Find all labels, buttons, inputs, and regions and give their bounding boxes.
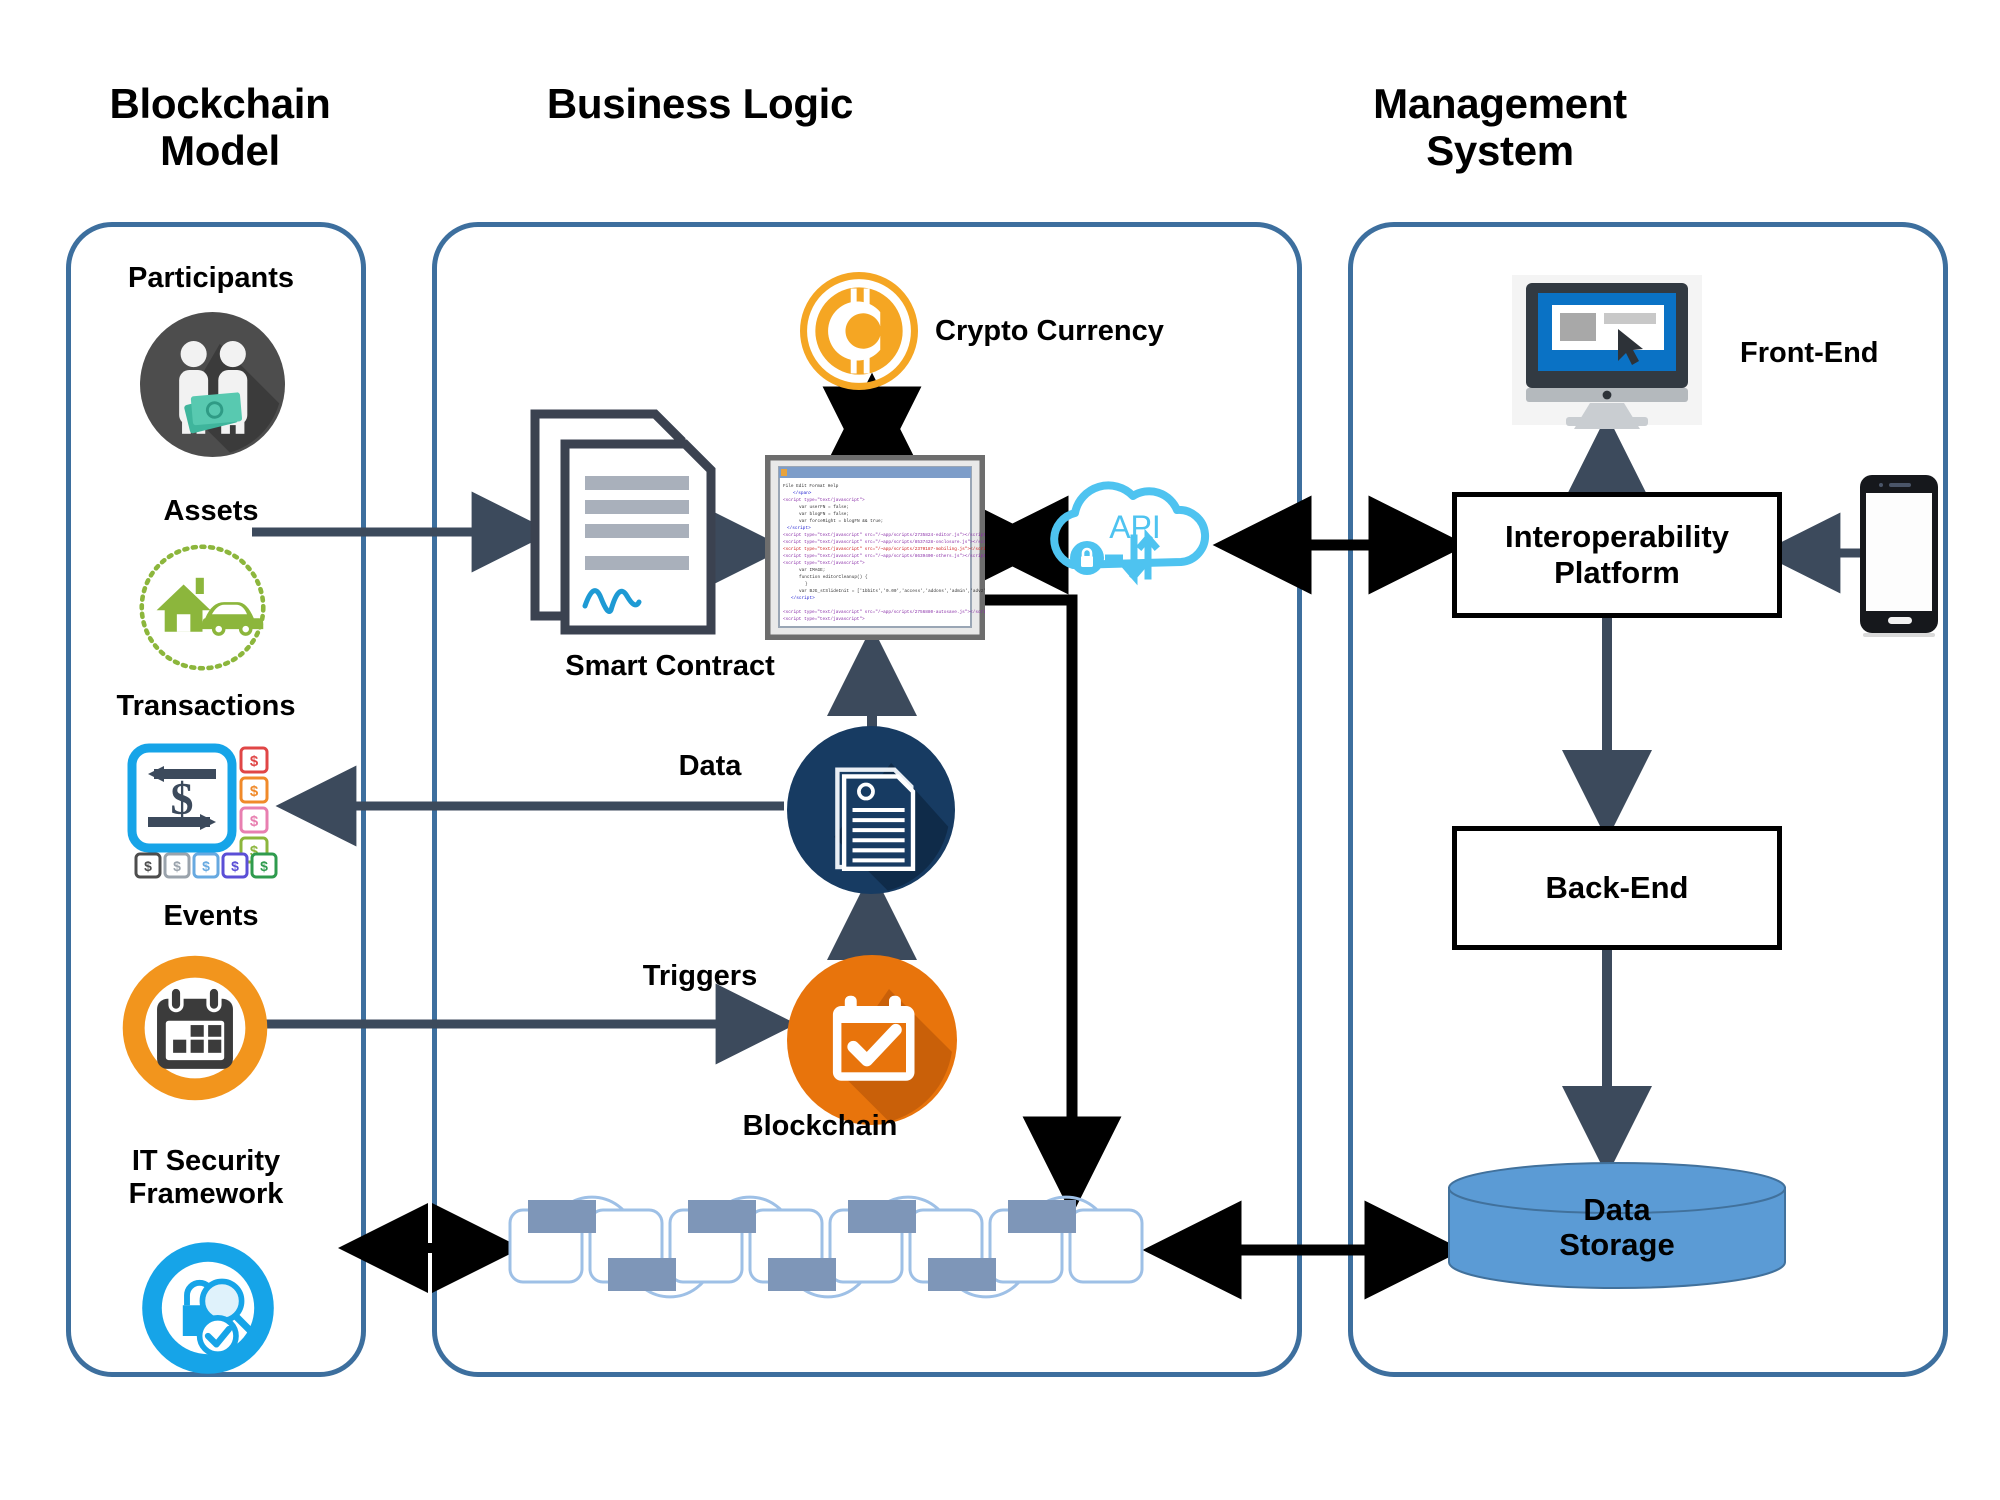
- arrow-code-to-blockchain: [985, 594, 1122, 1216]
- label-data: Data: [678, 750, 742, 782]
- svg-text:function editorCleanup() {: function editorCleanup() {: [799, 575, 868, 580]
- diagram-canvas: Blockchain Model Business Logic Manageme…: [0, 0, 2000, 1500]
- back-end-box: Back-End: [1452, 826, 1782, 950]
- svg-text:$: $: [250, 813, 259, 830]
- label-data-storage: Data Storage: [1559, 1192, 1675, 1263]
- svg-text:$: $: [202, 858, 210, 874]
- svg-text:File Edit Format Help: File Edit Format Help: [783, 484, 839, 489]
- svg-text:$: $: [144, 858, 152, 874]
- desktop-monitor-icon: [1512, 275, 1702, 430]
- label-participants: Participants: [128, 262, 294, 294]
- triggers-calendar-check-icon: [787, 955, 957, 1125]
- svg-text:$: $: [250, 783, 259, 800]
- svg-text:var userFN = false;: var userFN = false;: [799, 505, 849, 510]
- it-security-lock-icon: [138, 1238, 278, 1378]
- interoperability-platform-box: Interoperability Platform: [1452, 492, 1782, 618]
- svg-text:</script>: </script>: [787, 526, 811, 531]
- contract-documents-icon: [527, 400, 717, 640]
- svg-text:<script type="text/javascript": <script type="text/javascript" src="/~ap…: [783, 533, 985, 538]
- svg-text:<script type="text/javascript": <script type="text/javascript">: [783, 561, 865, 566]
- svg-text:<script type="text/javascript": <script type="text/javascript" src="/~ap…: [783, 540, 985, 545]
- svg-text:<script type="text/javascript": <script type="text/javascript" src="/~ap…: [783, 610, 985, 615]
- label-crypto-currency: Crypto Currency: [935, 315, 1164, 347]
- code-editor-icon: File Edit Format Help </span> <script ty…: [763, 453, 1000, 642]
- svg-text:$: $: [231, 858, 239, 874]
- data-document-icon: [787, 726, 955, 894]
- svg-text:<script type="text/javascript": <script type="text/javascript">: [783, 617, 865, 622]
- blockchain-blocks-icon: [500, 1170, 1160, 1320]
- label-it-security-framework: IT Security Framework: [128, 1145, 284, 1211]
- events-calendar-icon: [122, 955, 268, 1101]
- svg-text:$: $: [173, 858, 181, 874]
- label-triggers: Triggers: [642, 960, 758, 992]
- svg-text:var BJG_stSlideInit = ['1bbits: var BJG_stSlideInit = ['1bbits','0.00','…: [799, 589, 985, 594]
- svg-text:<script type="text/javascript": <script type="text/javascript" src="/~ap…: [783, 554, 985, 559]
- svg-text:$: $: [250, 753, 259, 770]
- svg-text:</script>: </script>: [791, 596, 815, 601]
- svg-text:$: $: [171, 773, 194, 824]
- participants-icon: [140, 312, 285, 457]
- svg-text:var forceRight = blogFN && tru: var forceRight = blogFN && true;: [799, 519, 883, 524]
- label-smart-contract: Smart Contract: [565, 650, 775, 682]
- crypto-coin-icon: [800, 272, 918, 390]
- label-blockchain: Blockchain: [742, 1110, 898, 1142]
- smartphone-icon: [1855, 473, 1945, 638]
- svg-text:var blogFN = false;: var blogFN = false;: [799, 512, 849, 517]
- label-front-end: Front-End: [1740, 337, 1879, 369]
- label-assets: Assets: [163, 495, 259, 527]
- label-transactions: Transactions: [116, 690, 296, 722]
- svg-text:var IMAGE;: var IMAGE;: [799, 568, 825, 573]
- svg-text:}: }: [805, 582, 808, 587]
- svg-text:</span>: </span>: [793, 491, 812, 496]
- svg-text:$: $: [260, 858, 268, 874]
- transactions-dollar-icon: $ $ $ $ $ $ $ $ $ $: [120, 742, 280, 882]
- api-cloud-icon: API: [1035, 460, 1230, 605]
- assets-house-car-icon: [135, 540, 270, 675]
- svg-text:<script type="text/javascript": <script type="text/javascript">: [783, 498, 865, 503]
- svg-text:<script type="text/javascript": <script type="text/javascript" src="/~ap…: [783, 547, 985, 552]
- label-events: Events: [163, 900, 259, 932]
